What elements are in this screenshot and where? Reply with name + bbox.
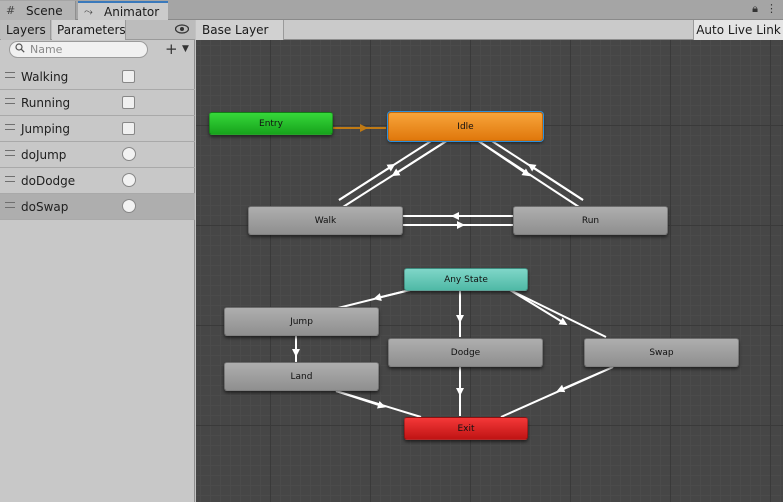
graph-toolbar: Base Layer Auto Live Link <box>196 20 783 40</box>
state-label: Entry <box>259 118 283 129</box>
bool-checkbox[interactable] <box>122 96 135 109</box>
auto-live-link-label: Auto Live Link <box>696 23 781 37</box>
parameter-row-dojump[interactable]: doJump <box>0 142 195 168</box>
drag-handle-icon[interactable] <box>5 124 15 130</box>
add-parameter-icon[interactable]: + <box>165 40 178 58</box>
state-swap[interactable]: Swap <box>584 338 739 367</box>
parameter-name: doJump <box>21 147 67 162</box>
parameter-name: Running <box>21 95 71 110</box>
drag-handle-icon[interactable] <box>5 176 15 182</box>
state-label: Any State <box>444 274 488 285</box>
lock-icon[interactable]: 🔒︎ <box>752 2 758 16</box>
search-icon <box>15 43 25 56</box>
parameter-name: doSwap <box>21 199 69 214</box>
tab-layers[interactable]: Layers <box>1 20 51 40</box>
state-walk[interactable]: Walk <box>248 206 403 235</box>
drag-handle-icon[interactable] <box>5 72 15 78</box>
parameter-row-dododge[interactable]: doDodge <box>0 168 195 194</box>
state-dodge[interactable]: Dodge <box>388 338 543 367</box>
tab-layers-label: Layers <box>6 23 46 37</box>
tab-parameters[interactable]: Parameters <box>52 20 126 40</box>
drag-handle-icon[interactable] <box>5 150 15 156</box>
eye-icon[interactable] <box>174 23 190 37</box>
state-label: Walk <box>314 215 337 226</box>
tab-scene-label: Scene <box>26 3 63 18</box>
trigger-radio[interactable] <box>122 173 136 187</box>
trigger-radio[interactable] <box>122 199 136 213</box>
parameter-row-jumping[interactable]: Jumping <box>0 116 195 142</box>
state-label: Exit <box>457 423 475 434</box>
state-label: Idle <box>457 121 474 132</box>
state-jump[interactable]: Jump <box>224 307 379 336</box>
transition-any-swap[interactable] <box>509 289 607 338</box>
state-label: Dodge <box>450 347 481 358</box>
animator-icon: ⤳ <box>84 5 93 18</box>
parameter-name: Jumping <box>21 121 71 136</box>
state-machine-graph[interactable]: Entry Idle Walk Run Any State Jump Land … <box>196 40 783 502</box>
state-any-state[interactable]: Any State <box>404 268 528 291</box>
window-controls: 🔒︎ ⋮ <box>752 2 777 16</box>
state-land[interactable]: Land <box>224 362 379 391</box>
parameter-row-walking[interactable]: Walking <box>0 64 195 90</box>
auto-live-link-button[interactable]: Auto Live Link <box>693 20 783 40</box>
state-label: Land <box>290 371 313 382</box>
parameter-name: Walking <box>21 69 69 84</box>
parameters-panel: Layers Parameters + ▼ Walking Running Ju… <box>0 20 195 502</box>
breadcrumb[interactable]: Base Layer <box>196 20 284 40</box>
more-options-icon[interactable]: ⋮ <box>766 2 777 16</box>
parameter-name: doDodge <box>21 173 76 188</box>
panel-tabs: Layers Parameters <box>0 20 195 40</box>
state-idle[interactable]: Idle <box>388 112 543 141</box>
chevron-down-icon[interactable]: ▼ <box>182 44 189 54</box>
state-label: Jump <box>290 316 313 327</box>
state-label: Swap <box>649 347 674 358</box>
trigger-radio[interactable] <box>122 147 136 161</box>
drag-handle-icon[interactable] <box>5 202 15 208</box>
grid-icon: # <box>6 3 16 17</box>
tab-parameters-label: Parameters <box>57 23 126 37</box>
state-exit[interactable]: Exit <box>404 417 528 440</box>
bool-checkbox[interactable] <box>122 70 135 83</box>
bool-checkbox[interactable] <box>122 122 135 135</box>
breadcrumb-label: Base Layer <box>202 23 269 37</box>
tab-animator-label: Animator <box>104 5 160 19</box>
state-entry[interactable]: Entry <box>209 112 333 135</box>
state-run[interactable]: Run <box>513 206 668 235</box>
parameter-row-doswap[interactable]: doSwap <box>0 194 195 220</box>
tab-animator[interactable]: ⤳ Animator <box>78 1 168 21</box>
drag-handle-icon[interactable] <box>5 98 15 104</box>
parameter-list: Walking Running Jumping doJump doDodge d… <box>0 64 195 220</box>
tab-scene[interactable]: # Scene <box>0 1 76 20</box>
search-input[interactable] <box>30 43 140 56</box>
window-tab-strip: # Scene ⤳ Animator 🔒︎ ⋮ <box>0 0 783 21</box>
search-field[interactable] <box>9 41 148 58</box>
state-label: Run <box>581 215 600 226</box>
parameter-row-running[interactable]: Running <box>0 90 195 116</box>
